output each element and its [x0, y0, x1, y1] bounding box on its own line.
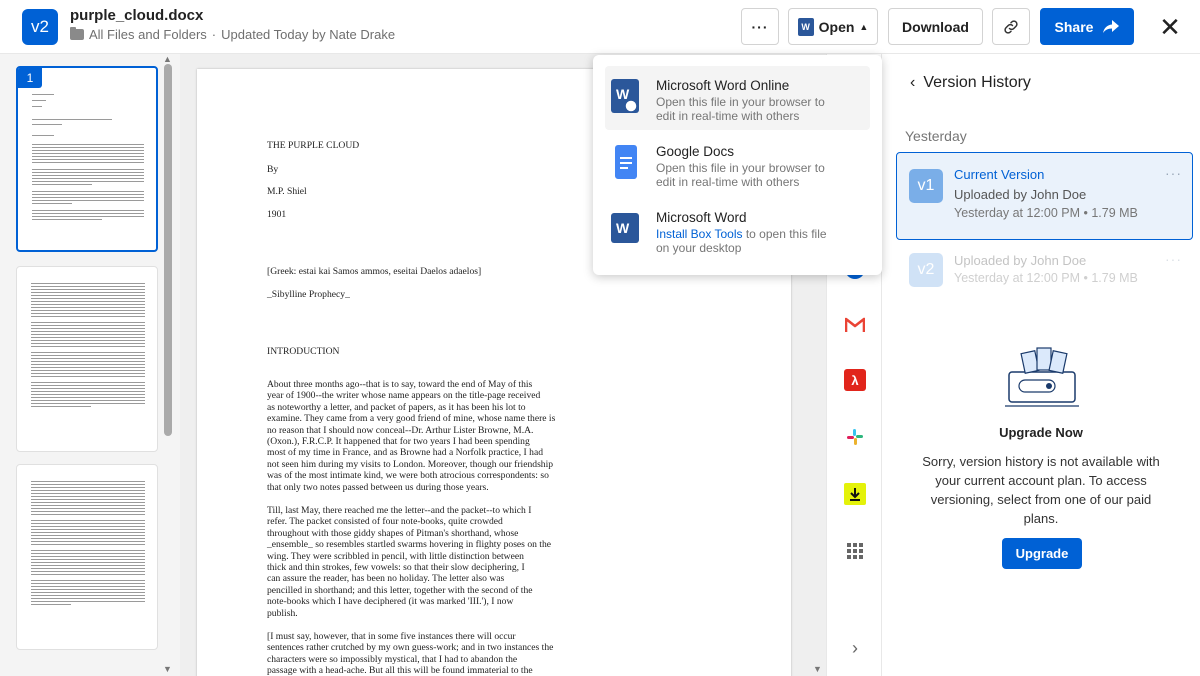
chevron-right-icon[interactable]: › — [844, 637, 866, 659]
version-uploader: Uploaded by John Doe — [954, 253, 1087, 268]
adobe-acrobat-icon[interactable]: λ — [844, 369, 866, 391]
path-separator: · — [211, 27, 217, 42]
menu-item-desc: Install Box Tools to open this file on y… — [656, 227, 827, 255]
version-meta: Yesterday at 12:00 PM • 1.79 MB — [954, 271, 1138, 285]
version-uploader: Uploaded by John Doe — [954, 187, 1087, 202]
page-thumbnail[interactable] — [16, 266, 158, 452]
chevron-left-icon: ‹ — [910, 74, 916, 91]
version-badge-v2: v2 — [909, 253, 943, 287]
scroll-down-arrow-icon[interactable]: ▼ — [163, 664, 172, 674]
open-label: Open — [818, 18, 855, 35]
upgrade-title: Upgrade Now — [999, 425, 1083, 440]
upgrade-illustration-icon — [1005, 347, 1079, 407]
share-label: Share — [1054, 18, 1094, 35]
link-icon — [1004, 19, 1018, 34]
doc-paragraph-3: [I must say, however, that in some five … — [267, 631, 554, 676]
download-icon[interactable] — [844, 483, 866, 505]
version-badge-v1: v1 — [909, 169, 943, 203]
upgrade-button[interactable]: Upgrade — [1002, 538, 1082, 569]
doc-prophecy: _Sibylline Prophecy_ — [267, 289, 350, 300]
version-badge[interactable]: v2 — [22, 9, 58, 45]
install-box-tools-link[interactable]: Install Box Tools — [656, 227, 743, 241]
menu-item-google-docs[interactable]: Google Docs Open this file in your brows… — [605, 132, 870, 196]
google-docs-icon — [615, 145, 637, 179]
version-history-panel: ‹ Version History Yesterday v1 Current V… — [882, 54, 1200, 676]
menu-item-word-desktop[interactable]: W Microsoft Word Install Box Tools to op… — [605, 198, 870, 262]
page-number: 1 — [18, 68, 42, 88]
share-arrow-icon — [1103, 19, 1120, 33]
doc-paragraph-2: Till, last May, there reached me the let… — [267, 505, 552, 619]
gmail-icon[interactable] — [844, 314, 866, 336]
folder-icon — [70, 27, 84, 40]
version-more-icon[interactable]: ··· — [1165, 165, 1182, 181]
doc-scroll-down-arrow-icon[interactable]: ▼ — [813, 664, 822, 674]
version-card-previous: v2 Uploaded by John Doe Yesterday at 12:… — [896, 248, 1193, 336]
header: v2 purple_cloud.docx All Files and Folde… — [0, 0, 1200, 54]
word-icon: W — [797, 17, 814, 36]
version-card-current[interactable]: v1 Current Version Uploaded by John Doe … — [896, 152, 1193, 240]
caret-up-icon: ▲ — [859, 21, 869, 32]
section-label: Yesterday — [905, 128, 967, 144]
file-path: All Files and Folders · Updated Today by… — [70, 27, 395, 42]
page-thumbnail[interactable]: 1 — [16, 66, 158, 252]
svg-text:W: W — [616, 86, 630, 102]
menu-item-word-online[interactable]: W Microsoft Word Online Open this file i… — [605, 66, 870, 130]
menu-item-title: Google Docs — [656, 144, 735, 159]
thumbnail-scrollbar[interactable] — [164, 64, 172, 436]
updated-text: Updated Today by Nate Drake — [221, 27, 396, 42]
menu-item-title: Microsoft Word Online — [656, 78, 790, 93]
thumbnail-sidebar: ▲ 1 ▼ — [0, 54, 180, 676]
upgrade-message: Sorry, version history is not available … — [922, 454, 1160, 526]
doc-author: M.P. Shiel — [267, 186, 307, 197]
version-more-icon: ··· — [1165, 251, 1182, 267]
file-name: purple_cloud.docx — [70, 7, 204, 24]
doc-paragraph-1: About three months ago--that is to say, … — [267, 379, 556, 493]
apps-grid-icon[interactable] — [844, 540, 866, 562]
open-with-menu: W Microsoft Word Online Open this file i… — [593, 55, 882, 275]
version-label: Current Version — [954, 167, 1045, 182]
more-options-button[interactable]: ··· — [741, 8, 779, 45]
doc-year: 1901 — [267, 209, 287, 220]
word-online-icon: W — [611, 79, 639, 113]
menu-item-title: Microsoft Word — [656, 210, 747, 225]
download-button[interactable]: Download — [888, 8, 983, 45]
version-meta: Yesterday at 12:00 PM • 1.79 MB — [954, 206, 1138, 220]
close-icon[interactable]: ✕ — [1155, 12, 1185, 42]
page-thumbnail[interactable] — [16, 464, 158, 650]
menu-item-desc: Open this file in your browser to edit in… — [656, 161, 825, 189]
path-link[interactable]: All Files and Folders — [89, 27, 207, 42]
slack-icon[interactable] — [844, 426, 866, 448]
copy-link-button[interactable] — [992, 8, 1030, 45]
version-history-title: Version History — [923, 74, 1031, 91]
version-history-back[interactable]: ‹ Version History — [910, 74, 1031, 92]
doc-title: THE PURPLE CLOUD — [267, 140, 360, 151]
svg-text:W: W — [616, 220, 630, 236]
doc-intro-heading: INTRODUCTION — [267, 346, 340, 357]
doc-by: By — [267, 164, 279, 175]
open-button[interactable]: W Open ▲ — [788, 8, 878, 45]
menu-item-desc: Open this file in your browser to edit in… — [656, 95, 825, 123]
scroll-up-arrow-icon[interactable]: ▲ — [163, 54, 172, 64]
doc-greek: [Greek: estai kai Samos ammos, eseitai D… — [267, 266, 482, 277]
more-dots-icon: ··· — [751, 18, 769, 35]
word-desktop-icon: W — [611, 213, 639, 243]
share-button[interactable]: Share — [1040, 8, 1134, 45]
